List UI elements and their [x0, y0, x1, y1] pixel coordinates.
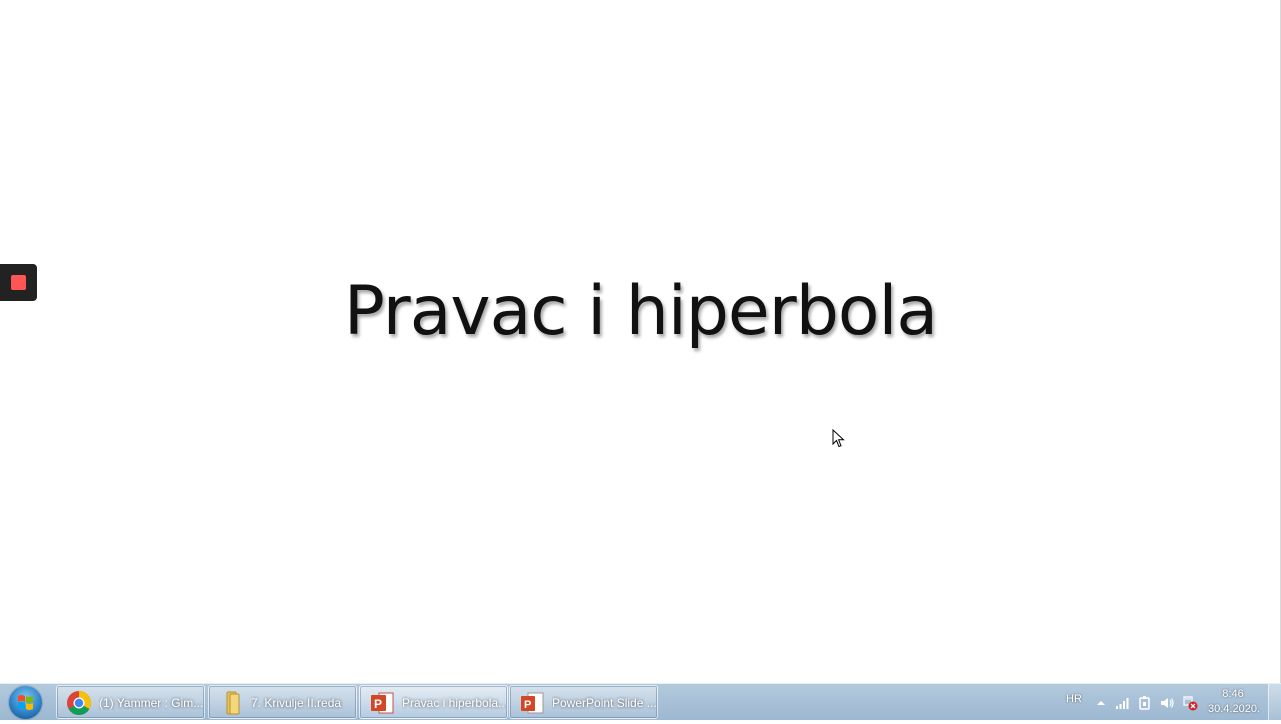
volume-icon[interactable] [1159, 695, 1175, 711]
slideshow-canvas[interactable]: Pravac i hiperbola [0, 0, 1281, 683]
taskbar: (1) Yammer : Gim... 7. Krivulje II.reda … [0, 683, 1281, 721]
powerpoint-slideshow-icon: P [521, 692, 544, 714]
language-indicator[interactable]: HR [1066, 693, 1082, 705]
clock-time[interactable]: 8:46 [1208, 688, 1258, 700]
show-desktop-button[interactable] [1268, 684, 1281, 721]
folder-icon [226, 691, 240, 715]
svg-text:P: P [374, 697, 382, 711]
network-signal-icon[interactable] [1115, 695, 1131, 711]
windows-logo-icon [9, 686, 42, 719]
taskbar-item-explorer[interactable]: 7. Krivulje II.reda [208, 685, 357, 719]
chrome-icon [67, 691, 92, 716]
taskbar-item-label: PowerPoint Slide ... [552, 696, 656, 710]
start-button[interactable] [4, 685, 48, 719]
show-hidden-icons-icon[interactable] [1093, 695, 1109, 711]
slide-title: Pravac i hiperbola [343, 272, 938, 351]
taskbar-item-label: 7. Krivulje II.reda [251, 696, 342, 710]
taskbar-item-powerpoint[interactable]: P Pravac i hiperbola... [359, 685, 508, 719]
powerpoint-icon: P [371, 692, 394, 714]
clock-date[interactable]: 30.4.2020. [1208, 703, 1260, 715]
stop-recording-button[interactable] [0, 264, 37, 301]
taskbar-item-label: (1) Yammer : Gim... [99, 696, 203, 710]
mouse-pointer-icon [832, 429, 845, 448]
stop-recording-icon [11, 275, 26, 290]
svg-text:P: P [524, 699, 531, 711]
taskbar-item-label: Pravac i hiperbola... [402, 696, 506, 710]
taskbar-item-chrome[interactable]: (1) Yammer : Gim... [56, 685, 205, 719]
power-plug-icon[interactable] [1137, 695, 1153, 711]
taskbar-item-slideshow[interactable]: P PowerPoint Slide ... [509, 685, 658, 719]
action-center-warning-icon[interactable] [1182, 695, 1198, 711]
